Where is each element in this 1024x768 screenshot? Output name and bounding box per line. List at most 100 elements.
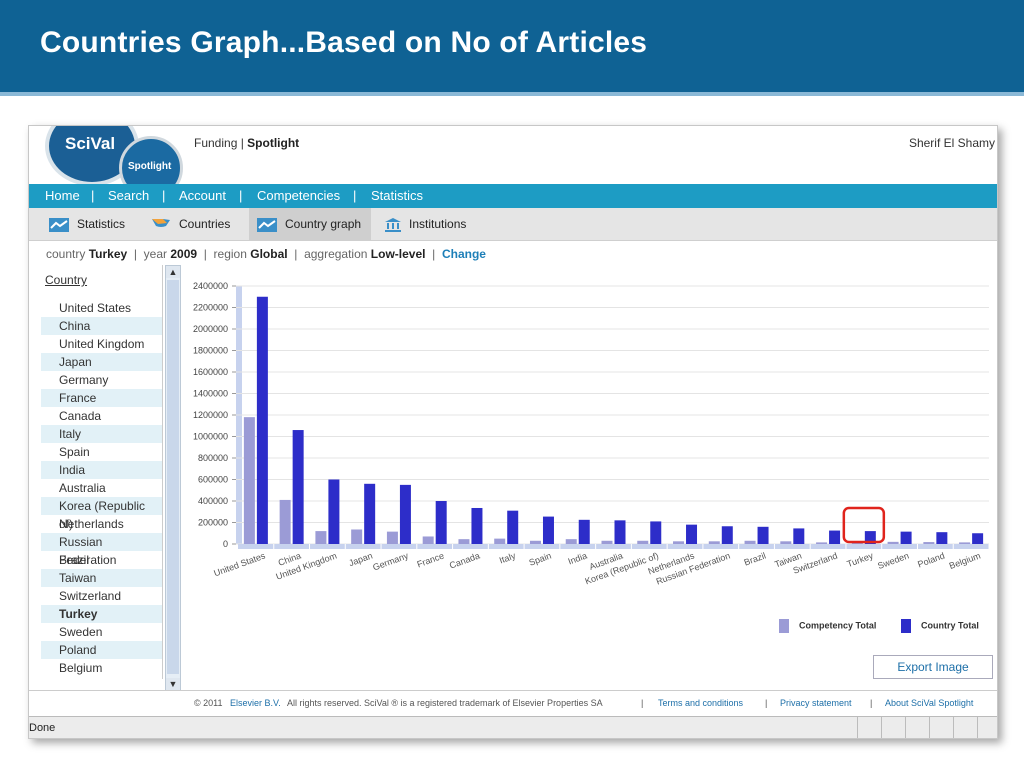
main-navbar: Home | Search | Account | Competencies |… xyxy=(29,184,997,208)
x-tick-label: Japan xyxy=(347,550,373,568)
country-list-item[interactable]: Belgium xyxy=(41,659,162,677)
filter-separator: | xyxy=(290,247,301,261)
nav-home[interactable]: Home xyxy=(45,188,80,203)
x-tick-label: Spain xyxy=(528,550,553,567)
spotlight-link[interactable]: Spotlight xyxy=(247,136,299,150)
y-tick-label: 1200000 xyxy=(193,410,228,420)
country-list-item[interactable]: United Kingdom xyxy=(41,335,162,353)
bar-country-total xyxy=(578,519,590,544)
bar-country-total xyxy=(542,516,554,544)
country-list-item[interactable]: Sweden xyxy=(41,623,162,641)
y-tick-label: 200000 xyxy=(198,518,228,528)
y-tick-label: 1600000 xyxy=(193,367,228,377)
filter-separator: | xyxy=(130,247,141,261)
filter-separator: | xyxy=(428,247,439,261)
country-list-item[interactable]: France xyxy=(41,389,162,407)
bar-competency-total xyxy=(422,536,434,544)
status-divider xyxy=(953,717,954,738)
country-list-item[interactable]: Japan xyxy=(41,353,162,371)
footer-separator: | xyxy=(870,698,873,708)
logo-text: SciVal xyxy=(65,134,116,153)
y-tick-label: 1000000 xyxy=(193,432,228,442)
country-list-item[interactable]: Germany xyxy=(41,371,162,389)
status-divider xyxy=(929,717,930,738)
terms-link[interactable]: Terms and conditions xyxy=(658,698,743,708)
spotlight-badge-text: Spotlight xyxy=(128,161,172,172)
footer-separator: | xyxy=(765,698,768,708)
footer-copyright: © 2011 xyxy=(194,698,223,708)
x-tick-label: Sweden xyxy=(876,550,910,571)
bar-country-total xyxy=(399,484,411,544)
country-list-item[interactable]: India xyxy=(41,461,162,479)
country-list-item[interactable]: United States xyxy=(41,299,162,317)
y-tick-label: 0 xyxy=(223,539,228,549)
aggregation-filter-label: aggregation xyxy=(304,247,368,261)
tab-label: Countries xyxy=(179,217,231,231)
bar-competency-total xyxy=(279,499,291,544)
x-tick-label: Italy xyxy=(498,550,517,565)
country-list-item[interactable]: Korea (Republic of) xyxy=(41,497,162,531)
x-tick-label: Brazil xyxy=(743,550,768,567)
bar-competency-total xyxy=(601,540,613,544)
scroll-down-icon[interactable]: ▼ xyxy=(166,678,180,690)
flag-icon xyxy=(152,218,170,227)
filter-separator: | xyxy=(200,247,211,261)
bar-competency-total xyxy=(887,541,899,544)
page-footer: © 2011 Elsevier B.V. All rights reserved… xyxy=(29,690,997,713)
bar-competency-total xyxy=(959,542,971,544)
country-list-item[interactable]: Turkey xyxy=(41,605,162,623)
country-list-item[interactable]: Canada xyxy=(41,407,162,425)
country-list-item[interactable]: Taiwan xyxy=(41,569,162,587)
change-filters-link[interactable]: Change xyxy=(442,247,486,261)
legend-swatch-country xyxy=(901,619,911,633)
status-divider xyxy=(977,717,978,738)
country-list-item[interactable]: Russian Federation xyxy=(41,533,162,567)
nav-competencies[interactable]: Competencies xyxy=(257,188,340,203)
country-list-item[interactable]: Switzerland xyxy=(41,587,162,605)
nav-separator: | xyxy=(239,188,243,203)
year-filter-label: year xyxy=(143,247,167,261)
bar-competency-total xyxy=(637,540,649,544)
sub-navbar: Statistics Countries Country graph Insti… xyxy=(29,208,997,241)
bar-competency-total xyxy=(351,529,363,544)
country-list-item[interactable]: Netherlands xyxy=(41,515,162,533)
nav-account[interactable]: Account xyxy=(179,188,226,203)
filter-bar: country Turkey | year 2009 | region Glob… xyxy=(46,247,486,261)
tab-institutions[interactable]: Institutions xyxy=(385,208,476,240)
legend-label: Country Total xyxy=(921,620,979,631)
country-list-item[interactable]: Poland xyxy=(41,641,162,659)
country-list-item[interactable]: Spain xyxy=(41,443,162,461)
bar-country-total xyxy=(650,521,662,544)
country-filter-label: country xyxy=(46,247,86,261)
scival-logo[interactable]: SciVal Spotlight xyxy=(45,126,183,200)
bar-competency-total xyxy=(673,541,685,544)
tab-statistics[interactable]: Statistics xyxy=(49,208,135,240)
legend-swatch-competency xyxy=(779,619,789,633)
funding-link[interactable]: Funding xyxy=(194,136,237,150)
nav-statistics[interactable]: Statistics xyxy=(371,188,423,203)
privacy-link[interactable]: Privacy statement xyxy=(780,698,852,708)
bar-country-total xyxy=(721,526,733,544)
about-link[interactable]: About SciVal Spotlight xyxy=(885,698,973,708)
bar-competency-total xyxy=(565,539,577,544)
bar-country-total xyxy=(471,507,483,544)
user-name[interactable]: Sherif El Shamy xyxy=(909,136,995,150)
tab-country-graph[interactable]: Country graph xyxy=(249,208,372,240)
country-list-item[interactable]: Italy xyxy=(41,425,162,443)
country-column-header[interactable]: Country xyxy=(45,273,87,287)
aggregation-filter-value: Low-level xyxy=(370,247,426,261)
browser-status-bar: Done xyxy=(29,716,997,738)
bar-country-total xyxy=(757,526,769,544)
legend-country-total: Country Total xyxy=(901,619,979,633)
browser-window: SciVal Spotlight Funding | Spotlight She… xyxy=(28,125,998,739)
country-list-item[interactable]: China xyxy=(41,317,162,335)
export-image-button[interactable]: Export Image xyxy=(873,655,993,679)
country-list-item[interactable]: Australia xyxy=(41,479,162,497)
elsevier-link[interactable]: Elsevier B.V. xyxy=(230,698,281,708)
tab-countries[interactable]: Countries xyxy=(151,208,240,240)
region-filter-label: region xyxy=(213,247,247,261)
bar-competency-total xyxy=(744,540,756,544)
bar-competency-total xyxy=(386,531,398,544)
status-text: Done xyxy=(29,722,56,734)
nav-search[interactable]: Search xyxy=(108,188,149,203)
